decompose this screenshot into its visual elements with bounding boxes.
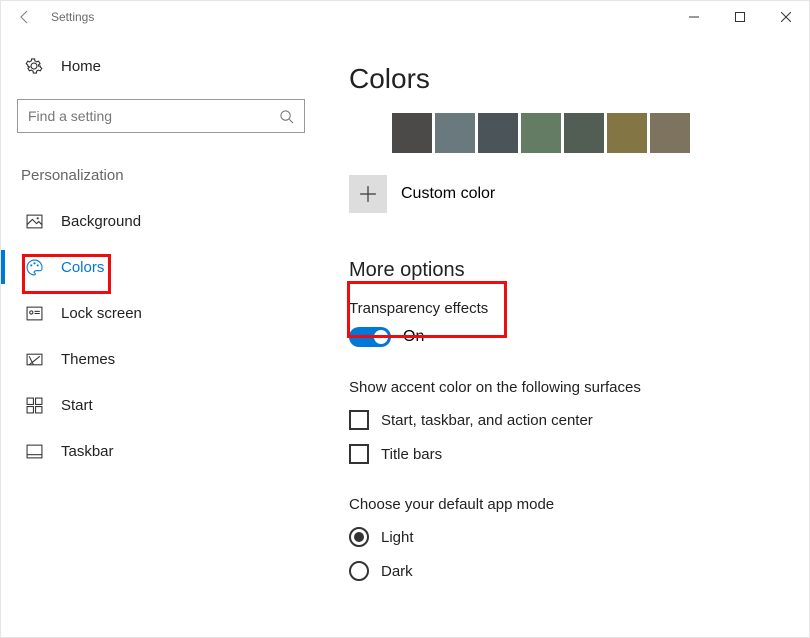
sidebar-item-background[interactable]: Background [17, 198, 305, 244]
app-mode-option-label: Dark [381, 563, 413, 580]
sidebar: Home Find a setting Personalization Back… [1, 33, 321, 637]
lockscreen-icon [25, 305, 43, 322]
transparency-value: On [403, 328, 424, 346]
gear-icon [25, 57, 43, 75]
main-content: Colors Custom color More options Transpa… [321, 33, 809, 637]
close-button[interactable] [763, 1, 809, 33]
window-title: Settings [51, 10, 94, 24]
picture-icon [25, 213, 43, 230]
category-label: Personalization [17, 167, 305, 184]
sidebar-item-start[interactable]: Start [17, 382, 305, 428]
search-placeholder: Find a setting [28, 108, 279, 124]
accent-option-title-bars[interactable]: Title bars [349, 444, 781, 464]
palette-icon [25, 259, 43, 276]
color-swatch[interactable] [435, 113, 475, 153]
color-swatches [349, 113, 781, 153]
custom-color-row[interactable]: Custom color [349, 175, 781, 213]
color-swatch[interactable] [607, 113, 647, 153]
accent-surfaces-label: Show accent color on the following surfa… [349, 379, 781, 396]
app-mode-light[interactable]: Light [349, 527, 781, 547]
search-input[interactable]: Find a setting [17, 99, 305, 133]
sidebar-item-taskbar[interactable]: Taskbar [17, 428, 305, 474]
sidebar-item-label: Themes [61, 351, 115, 368]
color-swatch[interactable] [650, 113, 690, 153]
color-swatch[interactable] [564, 113, 604, 153]
nav: Background Colors Lock screen Themes [17, 198, 305, 474]
accent-option-label: Title bars [381, 446, 442, 463]
sidebar-item-label: Colors [61, 259, 104, 276]
maximize-button[interactable] [717, 1, 763, 33]
minimize-button[interactable] [671, 1, 717, 33]
color-swatch[interactable] [478, 113, 518, 153]
checkbox [349, 444, 369, 464]
sidebar-item-lock-screen[interactable]: Lock screen [17, 290, 305, 336]
transparency-toggle[interactable] [349, 327, 391, 347]
app-mode-dark[interactable]: Dark [349, 561, 781, 581]
radio-button [349, 561, 369, 581]
themes-icon [25, 351, 43, 368]
custom-color-label: Custom color [401, 185, 495, 203]
transparency-label: Transparency effects [349, 300, 781, 317]
page-title: Colors [349, 63, 781, 95]
sidebar-home-label: Home [61, 58, 101, 75]
app-mode-label: Choose your default app mode [349, 496, 781, 513]
accent-option-label: Start, taskbar, and action center [381, 412, 593, 429]
sidebar-item-label: Start [61, 397, 93, 414]
start-icon [25, 397, 43, 414]
more-options-heading: More options [349, 259, 781, 282]
sidebar-item-label: Taskbar [61, 443, 114, 460]
plus-icon [349, 175, 387, 213]
sidebar-item-label: Background [61, 213, 141, 230]
radio-button [349, 527, 369, 547]
sidebar-item-label: Lock screen [61, 305, 142, 322]
sidebar-home[interactable]: Home [17, 51, 305, 81]
sidebar-item-themes[interactable]: Themes [17, 336, 305, 382]
back-button[interactable] [9, 1, 41, 33]
accent-option-start-taskbar[interactable]: Start, taskbar, and action center [349, 410, 781, 430]
app-mode-option-label: Light [381, 529, 414, 546]
search-icon [279, 109, 294, 124]
window-controls [671, 1, 809, 33]
color-swatch[interactable] [521, 113, 561, 153]
taskbar-icon [25, 443, 43, 460]
color-swatch[interactable] [392, 113, 432, 153]
checkbox [349, 410, 369, 430]
sidebar-item-colors[interactable]: Colors [17, 244, 305, 290]
color-swatch[interactable] [349, 113, 389, 153]
